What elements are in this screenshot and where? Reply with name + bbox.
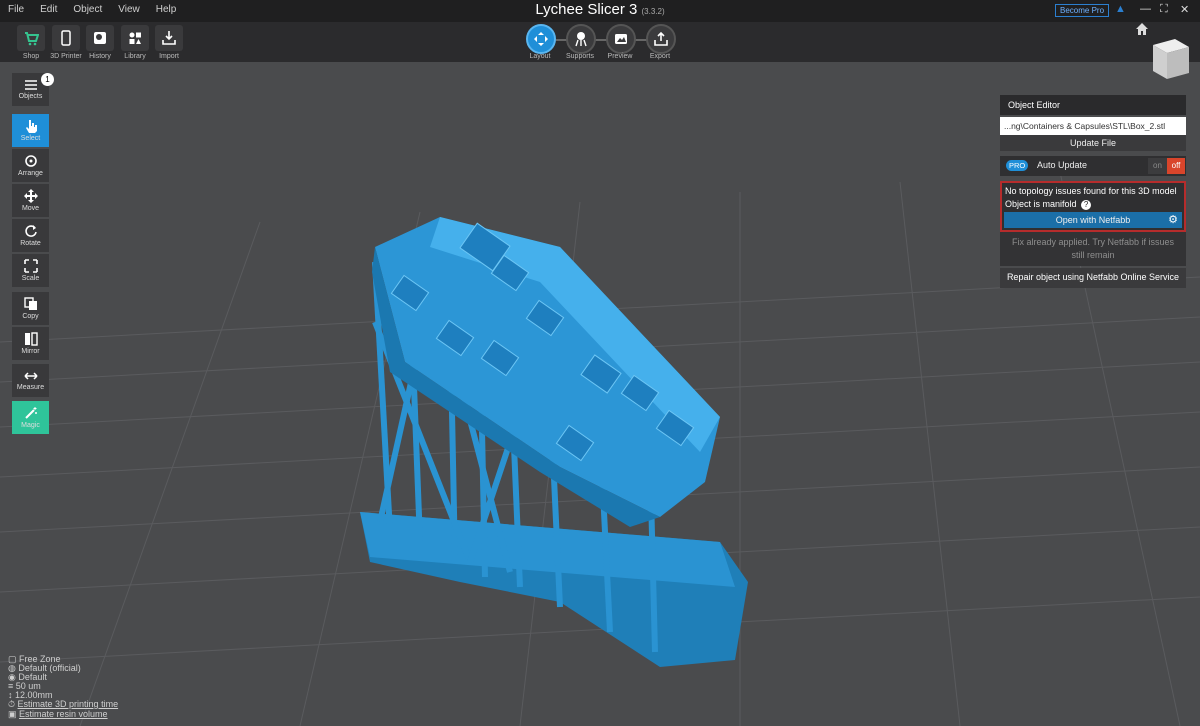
- app-title: Lychee Slicer 3 (3.3.2): [0, 1, 1200, 18]
- mirror-tool-button[interactable]: Mirror: [12, 327, 49, 360]
- import-label: Import: [159, 53, 179, 60]
- pro-badge: PRO: [1006, 160, 1029, 171]
- auto-update-off-button[interactable]: off: [1167, 158, 1185, 174]
- estimate-time-link[interactable]: Estimate 3D printing time: [18, 699, 119, 709]
- warning-icon[interactable]: ▲: [1115, 3, 1126, 15]
- list-icon: [24, 80, 37, 90]
- shop-button[interactable]: [17, 25, 45, 51]
- estimate-volume-link[interactable]: Estimate resin volume: [19, 709, 108, 719]
- arrange-tool-button[interactable]: Arrange: [12, 149, 49, 182]
- layout-mode-button[interactable]: [526, 24, 556, 54]
- import-icon: [162, 31, 176, 45]
- repair-online-button[interactable]: Repair object using Netfabb Online Servi…: [1000, 268, 1186, 288]
- export-label: Export: [649, 53, 671, 60]
- close-icon[interactable]: ✕: [1180, 3, 1189, 16]
- auto-update-on-button[interactable]: on: [1148, 158, 1167, 174]
- title-bar: File Edit Object View Help Lychee Slicer…: [0, 0, 1200, 22]
- export-mode-button[interactable]: [646, 24, 676, 54]
- model-object[interactable]: [360, 217, 748, 667]
- mirror-icon: [24, 332, 38, 346]
- move-icon: [23, 189, 38, 203]
- open-netfabb-label: Open with Netfabb: [1055, 215, 1131, 225]
- magic-label: Magic: [21, 422, 40, 429]
- open-netfabb-button[interactable]: Open with Netfabb ⚙: [1004, 212, 1182, 228]
- auto-update-row: PRO Auto Update on off: [1000, 156, 1186, 176]
- view-cube[interactable]: [1145, 35, 1191, 83]
- auto-update-label: Auto Update: [1037, 160, 1088, 170]
- app-version: (3.3.2): [641, 7, 665, 16]
- topology-status-text: No topology issues found for this 3D mod…: [1005, 186, 1177, 196]
- netfabb-fix-note: Fix already applied. Try Netfabb if issu…: [1000, 232, 1186, 266]
- measure-tool-button[interactable]: Measure: [12, 364, 49, 397]
- cart-icon: [25, 32, 39, 46]
- become-pro-button[interactable]: Become Pro: [1055, 4, 1110, 17]
- mirror-label: Mirror: [21, 348, 40, 355]
- copy-tool-button[interactable]: Copy: [12, 292, 49, 325]
- printer-icon: [61, 30, 71, 46]
- supports-icon: [575, 32, 587, 47]
- app-name: Lychee Slicer 3: [535, 1, 638, 18]
- preview-icon: [615, 34, 627, 44]
- select-tool-button[interactable]: Select: [12, 114, 49, 147]
- topology-status-box: No topology issues found for this 3D mod…: [1000, 181, 1186, 232]
- estimate-volume[interactable]: ▣ Estimate resin volume: [8, 709, 108, 720]
- scale-icon: [23, 259, 38, 273]
- supports-mode-button[interactable]: [566, 24, 596, 54]
- arrange-icon: [24, 155, 37, 167]
- scale-label: Scale: [21, 275, 40, 282]
- supports-label: Supports: [565, 53, 595, 60]
- settings-gear-icon[interactable]: ⚙: [1168, 212, 1178, 228]
- maximize-icon[interactable]: ⛶: [1160, 3, 1168, 16]
- preview-label: Preview: [607, 53, 633, 60]
- minimize-icon[interactable]: —: [1140, 3, 1151, 15]
- object-editor-title: Object Editor: [1000, 95, 1186, 115]
- rotate-tool-button[interactable]: Rotate: [12, 219, 49, 252]
- import-button[interactable]: [155, 25, 183, 51]
- copy-label: Copy: [22, 313, 39, 320]
- update-file-button[interactable]: Update File: [1000, 135, 1186, 151]
- copy-icon: [23, 297, 37, 310]
- select-label: Select: [20, 135, 41, 142]
- layout-label: Layout: [529, 53, 551, 60]
- history-label: History: [89, 53, 111, 60]
- manifold-status-text: Object is manifold: [1005, 199, 1077, 209]
- hand-pointer-icon: [25, 120, 37, 133]
- main-toolbar: Shop 3D Printer History Library Import L…: [0, 22, 1200, 62]
- library-button[interactable]: [121, 25, 149, 51]
- magic-tool-button[interactable]: Magic: [12, 401, 49, 434]
- move-tool-button[interactable]: Move: [12, 184, 49, 217]
- help-icon[interactable]: ?: [1081, 200, 1092, 210]
- file-path-field[interactable]: ...ng\Containers & Capsules\STL\Box_2.st…: [1000, 117, 1186, 135]
- measure-label: Measure: [16, 384, 45, 391]
- rotate-label: Rotate: [20, 240, 41, 247]
- home-icon[interactable]: [1135, 22, 1149, 36]
- preview-mode-button[interactable]: [606, 24, 636, 54]
- library-icon: [129, 32, 141, 44]
- measure-icon: [23, 372, 38, 380]
- shop-label: Shop: [22, 53, 40, 60]
- scale-tool-button[interactable]: Scale: [12, 254, 49, 287]
- object-editor-panel: Object Editor ...ng\Containers & Capsule…: [1000, 95, 1186, 288]
- manifold-status: Object is manifold ?: [1004, 196, 1182, 212]
- history-button[interactable]: [86, 25, 114, 51]
- objects-count-badge: 1: [41, 73, 54, 86]
- export-icon: [654, 31, 668, 46]
- rotate-icon: [24, 225, 37, 237]
- magic-wand-icon: [24, 407, 37, 419]
- printer-button[interactable]: [52, 25, 80, 51]
- history-icon: [94, 32, 106, 44]
- objects-label: Objects: [18, 93, 43, 100]
- move-arrows-icon: [534, 32, 548, 46]
- arrange-label: Arrange: [18, 170, 43, 177]
- move-label: Move: [21, 205, 40, 212]
